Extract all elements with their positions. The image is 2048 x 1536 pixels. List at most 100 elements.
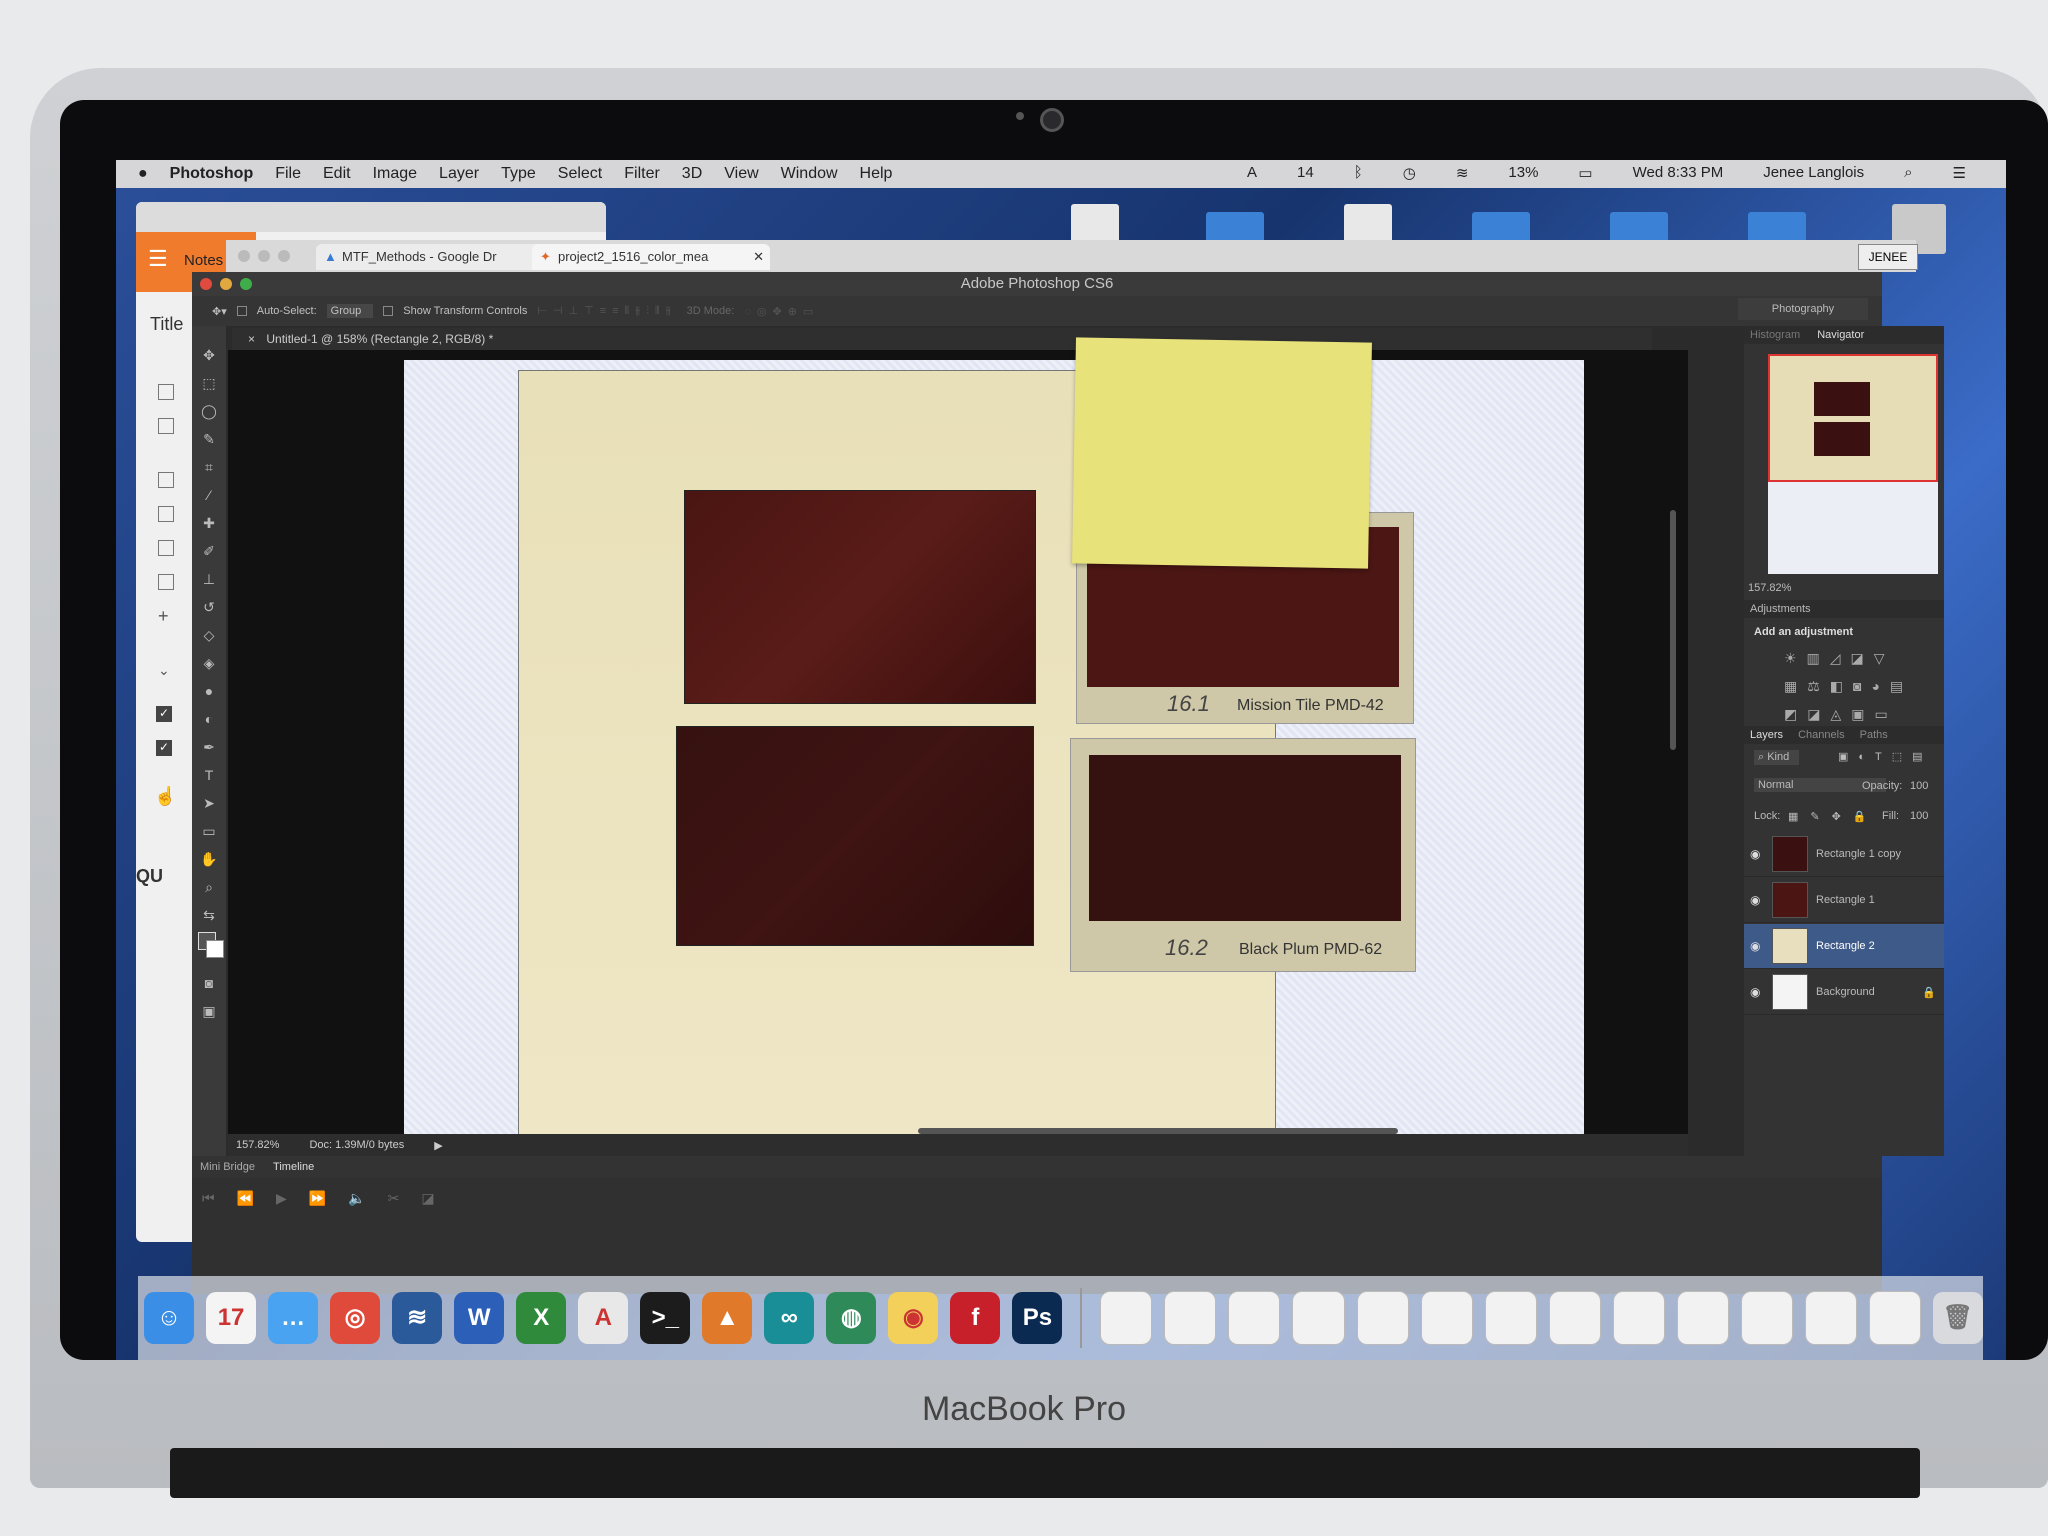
opacity-value[interactable]: 100	[1910, 780, 1928, 792]
vertical-scrollbar[interactable]	[1670, 510, 1676, 750]
visibility-eye-icon[interactable]: ◉	[1750, 939, 1764, 953]
menu-window[interactable]: Window	[781, 165, 838, 183]
shape-tool-icon[interactable]: ▭	[200, 822, 218, 840]
navigator-preview[interactable]	[1768, 354, 1938, 574]
minimized-document-icon[interactable]	[1228, 1291, 1281, 1345]
navigator-zoom[interactable]: 157.82%	[1748, 582, 1791, 594]
path-select-icon[interactable]: ➤	[200, 794, 218, 812]
minimized-document-icon[interactable]	[1676, 1291, 1729, 1345]
photoshop-titlebar[interactable]: Adobe Photoshop CS6	[192, 272, 1882, 296]
background-color-swatch[interactable]	[206, 940, 224, 958]
desktop-document-icon[interactable]	[1344, 204, 1392, 244]
notes-titlebar[interactable]	[136, 202, 606, 232]
workspace-switcher[interactable]: Photography	[1738, 298, 1868, 320]
bluetooth-icon[interactable]: ᛒ	[1354, 164, 1363, 182]
clock[interactable]: Wed 8:33 PM	[1633, 164, 1724, 182]
auto-select-checkbox[interactable]	[236, 306, 247, 316]
layer-row[interactable]: ◉ Rectangle 1	[1744, 878, 1944, 923]
user-name[interactable]: Jenee Langlois	[1763, 164, 1864, 182]
quick-select-tool-icon[interactable]: ✎	[200, 430, 218, 448]
navigator-view-box[interactable]	[1768, 354, 1938, 482]
quick-mask-icon[interactable]: ◙	[200, 974, 218, 992]
timeline-controls[interactable]: ⏮⏪▶⏩🔈✂◪	[202, 1190, 457, 1207]
blur-tool-icon[interactable]: ●	[200, 682, 218, 700]
dodge-tool-icon[interactable]: ◐	[200, 710, 218, 728]
menu-image[interactable]: Image	[373, 165, 417, 183]
visibility-eye-icon[interactable]: ◉	[1750, 985, 1764, 999]
checkbox-checked[interactable]: ✓	[156, 706, 172, 722]
document-canvas[interactable]: 16.1 Mission Tile PMD-42 16.2 Black Plum…	[404, 337, 1584, 1208]
crop-tool-icon[interactable]: ⌗	[200, 458, 218, 476]
layer-row[interactable]: ◉ Rectangle 1 copy	[1744, 832, 1944, 877]
visibility-eye-icon[interactable]: ◉	[1750, 847, 1764, 861]
menu-layer[interactable]: Layer	[439, 165, 479, 183]
minimize-window-button[interactable]	[220, 278, 232, 290]
minimized-document-icon[interactable]	[1356, 1291, 1409, 1345]
layer-filter-kind[interactable]: ⌕ Kind	[1754, 750, 1800, 765]
checkbox[interactable]	[158, 418, 174, 434]
hand-icon[interactable]: ☝	[154, 786, 176, 807]
minimized-document-icon[interactable]	[1868, 1291, 1921, 1345]
excel-icon[interactable]: X	[516, 1292, 567, 1344]
align-icons[interactable]: ⊢⊣⊥⊤≡≡⫴⫵⫶⫴⫵	[537, 304, 676, 318]
acrobat-icon[interactable]: A	[578, 1292, 629, 1344]
pen-tool-icon[interactable]: ✒	[200, 738, 218, 756]
doc-size[interactable]: Doc: 1.39M/0 bytes	[309, 1139, 404, 1151]
chrome-icon[interactable]: ◎	[330, 1292, 381, 1344]
menu-icon[interactable]: ☰	[148, 246, 168, 272]
time-machine-icon[interactable]: ◷	[1403, 164, 1416, 182]
checkbox[interactable]	[158, 506, 174, 522]
calendar-icon[interactable]: 17	[206, 1292, 257, 1344]
eyedropper-tool-icon[interactable]: ⁄	[200, 486, 218, 504]
battery-percent[interactable]: 13%	[1508, 164, 1538, 182]
minimized-document-icon[interactable]	[1164, 1291, 1217, 1345]
zoom-tool-icon[interactable]: ⌕	[200, 878, 218, 896]
zoom-level[interactable]: 157.82%	[236, 1139, 279, 1151]
brush-tool-icon[interactable]: ✐	[200, 542, 218, 560]
chevron-down-icon[interactable]: ⌄	[158, 662, 170, 679]
adjustment-icons[interactable]: ☀▥◿◪▽ ▦⚖◧◙◕▤ ◩◪◬▣▭	[1784, 644, 1934, 728]
document-tab[interactable]: × Untitled-1 @ 158% (Rectangle 2, RGB/8)…	[232, 328, 1652, 350]
lasso-tool-icon[interactable]: ◯	[200, 402, 218, 420]
menu-type[interactable]: Type	[501, 165, 536, 183]
move-tool-icon[interactable]: ✥▾	[212, 305, 227, 318]
auto-select-dropdown[interactable]: Group	[326, 304, 374, 318]
close-window-button[interactable]	[238, 250, 250, 262]
menu-edit[interactable]: Edit	[323, 165, 351, 183]
minimized-document-icon[interactable]	[1292, 1291, 1345, 1345]
menu-help[interactable]: Help	[860, 165, 893, 183]
app-leaf-icon[interactable]: ◍	[826, 1292, 877, 1344]
arduino-icon[interactable]: ∞	[764, 1292, 815, 1344]
layer-filter-icons[interactable]: ▣◐T⬚▤	[1838, 750, 1933, 763]
browser-profile-button[interactable]: JENEE	[1858, 244, 1918, 270]
tab-channels[interactable]: Channels	[1798, 729, 1844, 741]
eraser-tool-icon[interactable]: ◇	[200, 626, 218, 644]
minimized-document-icon[interactable]	[1740, 1291, 1793, 1345]
app-wave-icon[interactable]: ≋	[392, 1292, 443, 1344]
finder-icon[interactable]: ☺	[144, 1292, 195, 1344]
add-icon[interactable]: +	[158, 606, 169, 627]
adobe-icon[interactable]: A	[1247, 164, 1257, 182]
menu-file[interactable]: File	[275, 165, 301, 183]
zoom-window-button[interactable]	[240, 278, 252, 290]
app-bulb-icon[interactable]: ◉	[888, 1292, 939, 1344]
trash-icon[interactable]: 🗑	[1932, 1292, 1983, 1344]
show-transform-checkbox[interactable]	[383, 306, 394, 316]
minimized-document-icon[interactable]	[1548, 1291, 1601, 1345]
tab-navigator[interactable]: Navigator	[1817, 329, 1864, 341]
healing-tool-icon[interactable]: ✚	[200, 514, 218, 532]
minimized-document-icon[interactable]	[1100, 1291, 1153, 1345]
screen-mode-icon[interactable]: ▣	[200, 1002, 218, 1020]
menu-view[interactable]: View	[724, 165, 758, 183]
zoom-window-button[interactable]	[278, 250, 290, 262]
close-tab-icon[interactable]: ✕	[753, 244, 764, 270]
checkbox[interactable]	[158, 384, 174, 400]
notification-center-icon[interactable]: ☰	[1953, 164, 1966, 182]
layer-row[interactable]: ◉ Background 🔒	[1744, 970, 1944, 1015]
apple-menu-icon[interactable]: ●	[138, 165, 148, 183]
desktop-document-icon[interactable]	[1071, 204, 1119, 244]
menu-select[interactable]: Select	[558, 165, 602, 183]
tab-mini-bridge[interactable]: Mini Bridge	[200, 1161, 255, 1173]
minimize-window-button[interactable]	[258, 250, 270, 262]
paint-bucket-icon[interactable]: ◈	[200, 654, 218, 672]
